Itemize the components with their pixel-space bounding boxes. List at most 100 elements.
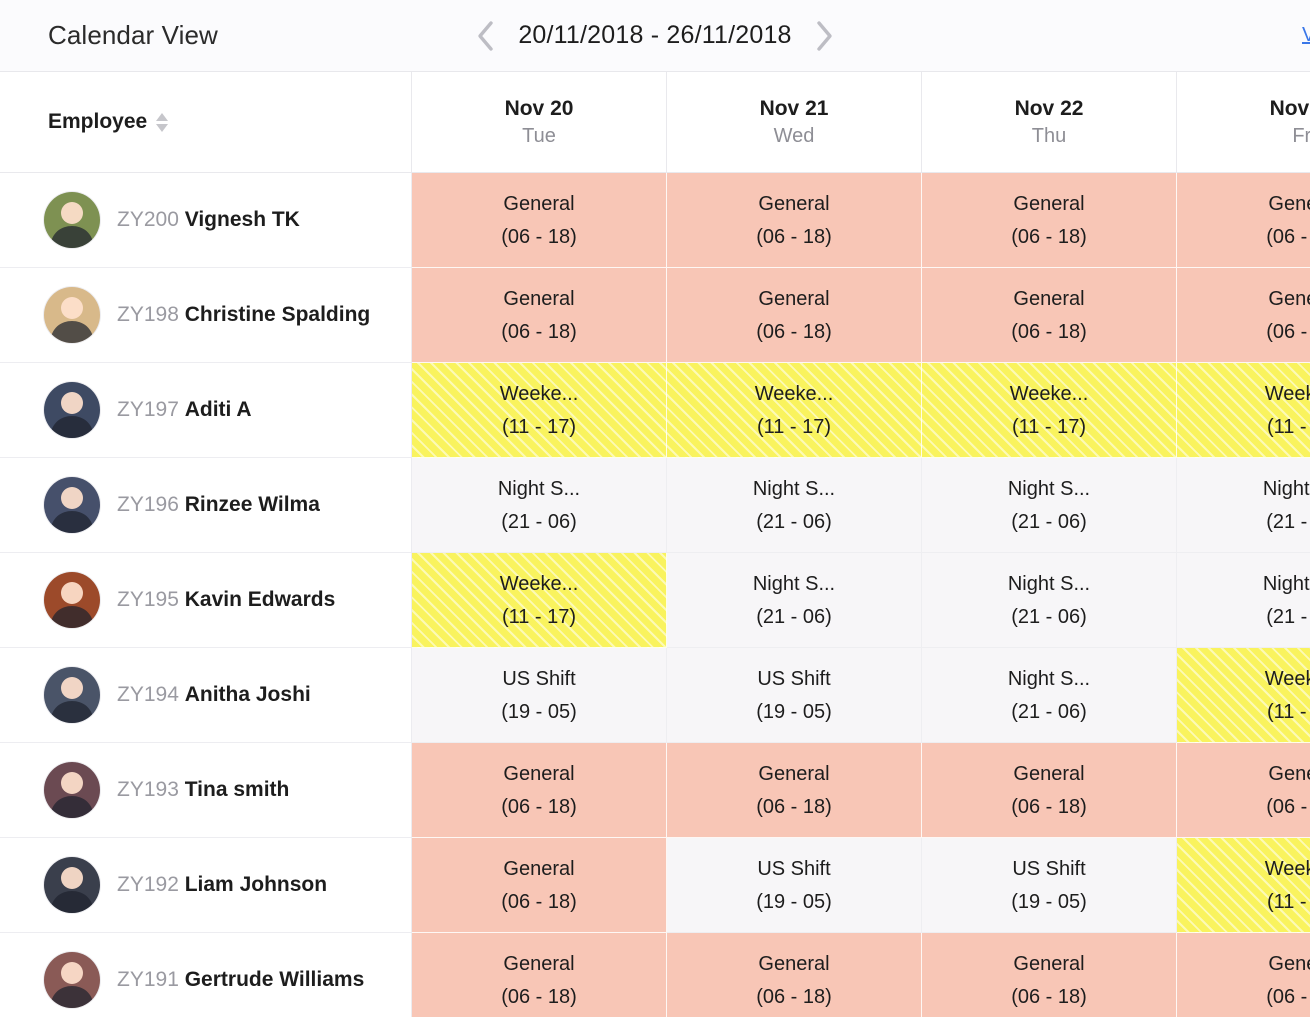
shift-name: Weeke...: [500, 384, 579, 404]
shift-cell[interactable]: General(06 - 18): [412, 173, 667, 268]
shift-cell[interactable]: General(06 - 18): [922, 743, 1177, 838]
shift-cell[interactable]: General(06 - 18): [922, 933, 1177, 1017]
shift-cell[interactable]: Night S... (21 - 06): [412, 458, 667, 553]
shift-cell[interactable]: Night S... (21 - 06): [922, 648, 1177, 743]
shift-cell[interactable]: Weeke...(11 - 17): [922, 363, 1177, 458]
employee-label: ZY191 Gertrude Williams: [117, 968, 364, 992]
shift-cell[interactable]: Weeke...(11 - 17): [1177, 363, 1310, 458]
shift-cell[interactable]: General(06 - 18): [412, 838, 667, 933]
shift-time: (06 - 18): [1011, 227, 1087, 247]
shift-cell[interactable]: Weeke... (11 - 17): [412, 363, 667, 458]
shift-time: (11 - 17): [1267, 892, 1310, 912]
sort-arrows-icon[interactable]: [156, 113, 168, 132]
shift-time: (21 - 06): [501, 512, 577, 532]
shift-time: (11 - 17): [502, 417, 576, 437]
employee-cell[interactable]: ZY194 Anitha Joshi: [0, 648, 412, 743]
shift-name: Night S...: [1008, 669, 1090, 689]
shift-name: Weeke...: [1010, 384, 1089, 404]
shift-cell[interactable]: General(06 - 18): [922, 173, 1177, 268]
shift-cell[interactable]: Night S...(21 - 06): [667, 553, 922, 648]
shift-cell[interactable]: General(06 - 18): [1177, 173, 1310, 268]
shift-name: Night S...: [753, 479, 835, 499]
shift-cell[interactable]: General(06 - 18): [1177, 933, 1310, 1017]
day-date-label: Nov 22: [1015, 97, 1084, 120]
shift-time: (21 - 06): [1266, 607, 1310, 627]
employee-name: Anitha Joshi: [185, 683, 311, 706]
avatar: [44, 192, 100, 248]
shift-time: (21 - 06): [756, 512, 832, 532]
shift-cell[interactable]: Night S...(21 - 06): [922, 458, 1177, 553]
employee-cell[interactable]: ZY192 Liam Johnson: [0, 838, 412, 933]
day-column-header: Nov 22Thu: [922, 72, 1177, 172]
day-column-header: Nov 23Fri: [1177, 72, 1310, 172]
shift-cell[interactable]: Weeke...(11 - 17): [1177, 838, 1310, 933]
day-weekday-label: Wed: [774, 125, 815, 147]
view-link[interactable]: V: [1302, 0, 1310, 71]
shift-time: (19 - 05): [756, 892, 832, 912]
employee-cell[interactable]: ZY191 Gertrude Williams: [0, 933, 412, 1017]
employee-cell[interactable]: ZY196 Rinzee Wilma: [0, 458, 412, 553]
employee-name: Christine Spalding: [185, 303, 371, 326]
shift-name: General: [758, 194, 829, 214]
shift-time: (21 - 06): [1011, 702, 1087, 722]
shift-name: General: [758, 289, 829, 309]
avatar: [44, 667, 100, 723]
next-week-button[interactable]: [812, 18, 838, 54]
shift-time: (06 - 18): [1266, 797, 1310, 817]
shift-time: (06 - 18): [756, 322, 832, 342]
shift-cell[interactable]: General(06 - 18): [412, 933, 667, 1017]
shift-cell[interactable]: General (06 - 18): [1177, 743, 1310, 838]
shift-cell[interactable]: General(06 - 18): [1177, 268, 1310, 363]
shift-cell[interactable]: General (06 - 18): [667, 268, 922, 363]
employee-cell[interactable]: ZY197 Aditi A: [0, 363, 412, 458]
shift-time: (06 - 18): [501, 797, 577, 817]
shift-cell[interactable]: US Shift(19 - 05): [667, 838, 922, 933]
shift-time: (11 - 17): [1267, 702, 1310, 722]
avatar: [44, 952, 100, 1008]
employee-cell[interactable]: ZY198 Christine Spalding: [0, 268, 412, 363]
shift-name: General: [503, 289, 574, 309]
shift-time: (06 - 18): [1266, 987, 1310, 1007]
shift-cell[interactable]: General(06 - 18): [667, 743, 922, 838]
shift-cell[interactable]: General(06 - 18): [412, 743, 667, 838]
table-row: ZY200 Vignesh TKGeneral(06 - 18)General(…: [0, 173, 1310, 268]
shift-name: General: [503, 859, 574, 879]
employee-label: ZY193 Tina smith: [117, 778, 289, 802]
shift-cell[interactable]: US Shift(19 - 05): [412, 648, 667, 743]
prev-week-button[interactable]: [472, 18, 498, 54]
employee-cell[interactable]: ZY193 Tina smith: [0, 743, 412, 838]
shift-name: General: [1268, 764, 1310, 784]
day-column-header: Nov 21Wed: [667, 72, 922, 172]
shift-cell[interactable]: US Shift(19 - 05): [922, 838, 1177, 933]
shift-cell[interactable]: Weeke...(11 - 17): [667, 363, 922, 458]
shift-time: (06 - 18): [756, 987, 832, 1007]
shift-time: (06 - 18): [501, 322, 577, 342]
shift-cell[interactable]: General(06 - 18): [667, 933, 922, 1017]
shift-time: (06 - 18): [1011, 322, 1087, 342]
day-weekday-label: Tue: [522, 125, 556, 147]
shift-time: (21 - 06): [1011, 607, 1087, 627]
date-range-label[interactable]: 20/11/2018 - 26/11/2018: [518, 21, 791, 50]
employee-name: Tina smith: [185, 778, 290, 801]
shift-cell[interactable]: General(06 - 18): [667, 173, 922, 268]
shift-cell[interactable]: Night S...(21 - 06): [1177, 553, 1310, 648]
shift-cell[interactable]: Night S...(21 - 06): [922, 553, 1177, 648]
shift-time: (11 - 17): [1267, 417, 1310, 437]
shift-cell[interactable]: Night S... (21 - 06): [667, 458, 922, 553]
shift-cell[interactable]: General(06 - 18): [922, 268, 1177, 363]
table-row: ZY196 Rinzee Wilma Night S... (21 - 06) Nig…: [0, 458, 1310, 553]
shift-cell[interactable]: US Shift(19 - 05): [667, 648, 922, 743]
employee-cell[interactable]: ZY200 Vignesh TK: [0, 173, 412, 268]
shift-name: Night S...: [498, 479, 580, 499]
shift-cell[interactable]: Weeke...(11 - 17): [1177, 648, 1310, 743]
shift-cell[interactable]: Weeke...(11 - 17): [412, 553, 667, 648]
employee-cell[interactable]: ZY195 Kavin Edwards: [0, 553, 412, 648]
shift-name: General: [1268, 194, 1310, 214]
employee-column-header[interactable]: Employee: [0, 72, 412, 172]
shift-name: US Shift: [757, 669, 830, 689]
shift-cell[interactable]: Night S...(21 - 06): [1177, 458, 1310, 553]
employee-label: ZY200 Vignesh TK: [117, 208, 300, 232]
avatar: [44, 762, 100, 818]
shift-cell[interactable]: General (06 - 18): [412, 268, 667, 363]
shift-time: (19 - 05): [501, 702, 577, 722]
